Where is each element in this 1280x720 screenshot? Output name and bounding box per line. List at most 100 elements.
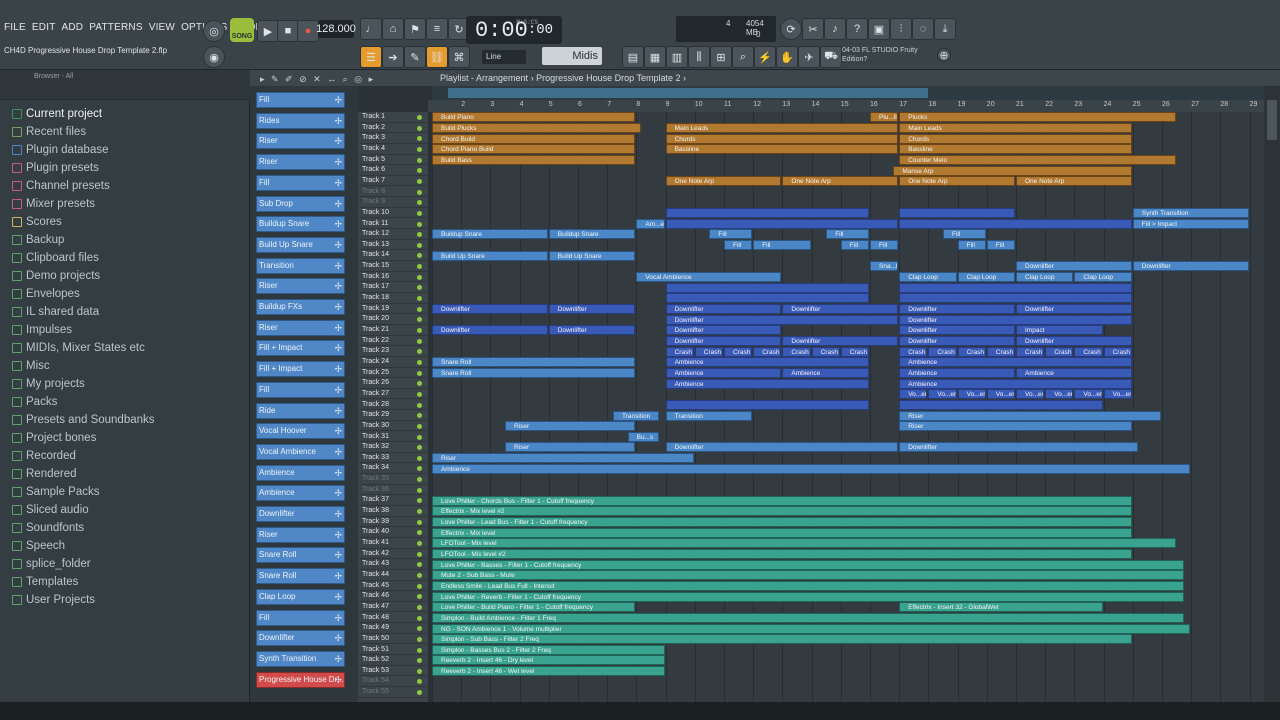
playlist-clip[interactable] bbox=[665, 282, 869, 293]
playlist-clip[interactable]: Ambience bbox=[665, 367, 782, 378]
track-mute-led[interactable] bbox=[417, 530, 422, 536]
playlist-clip[interactable]: Build Up Snare bbox=[548, 250, 636, 261]
track-header[interactable]: Track 12 bbox=[358, 229, 428, 240]
playlist-clip[interactable]: Reeverb 2 - Insert 46 - Dry level bbox=[432, 655, 665, 666]
microphone-icon[interactable]: ♪ bbox=[824, 18, 846, 40]
track-header[interactable]: Track 18 bbox=[358, 293, 428, 304]
playlist-clip[interactable]: NG - SON Ambience 1 - Volume multiplier bbox=[432, 623, 1191, 634]
playlist-clip[interactable]: Vo...er bbox=[899, 389, 928, 400]
pattern-item[interactable]: Fill + Impact ✢ bbox=[256, 361, 345, 378]
playlist-clip[interactable]: Clap Loop bbox=[1074, 272, 1132, 283]
playlist-clip[interactable] bbox=[665, 218, 899, 229]
playlist-clip[interactable]: Bu...s bbox=[627, 431, 659, 442]
mixer-icon[interactable]: ⫶ bbox=[890, 18, 912, 40]
track-mute-led[interactable] bbox=[417, 274, 422, 280]
pattern-item[interactable]: Snare Roll ✢ bbox=[256, 568, 345, 585]
browser-item[interactable]: IL shared data bbox=[12, 304, 99, 320]
playlist-clip[interactable]: Impact bbox=[1016, 325, 1103, 336]
pattern-item[interactable]: Sub Drop ✢ bbox=[256, 195, 345, 212]
menu-view[interactable]: VIEW bbox=[149, 22, 175, 36]
track-mute-led[interactable] bbox=[417, 136, 422, 142]
playlist-clip[interactable]: Vo...er bbox=[1045, 389, 1074, 400]
playlist-clip[interactable]: Ambience bbox=[1016, 367, 1132, 378]
playlist-clip[interactable]: Fill bbox=[753, 240, 811, 251]
add-pattern-icon[interactable]: ✢ bbox=[334, 590, 342, 604]
add-pattern-icon[interactable]: ✢ bbox=[334, 569, 342, 583]
browser-item[interactable]: Packs bbox=[12, 394, 57, 410]
playlist-clip[interactable]: Downlifter bbox=[782, 304, 899, 314]
pattern-item[interactable]: Riser ✢ bbox=[256, 154, 345, 171]
track-header[interactable]: Track 28 bbox=[358, 400, 428, 411]
browser-item[interactable]: Demo projects bbox=[12, 268, 100, 284]
playlist-clip[interactable]: Snare Roll bbox=[432, 357, 636, 368]
track-header[interactable]: Track 38 bbox=[358, 506, 428, 517]
playlist-clip[interactable]: Ambience bbox=[899, 367, 1015, 378]
track-mute-led[interactable] bbox=[417, 242, 422, 248]
track-mute-led[interactable] bbox=[417, 604, 422, 610]
playlist-clip[interactable]: Simplon - Build Ambience - Filter 1 Freq bbox=[432, 612, 1185, 623]
pat-song-knob-icon[interactable]: ◎ bbox=[203, 20, 225, 42]
playlist-clip[interactable]: One Note Arp bbox=[1016, 176, 1132, 187]
wing-icon[interactable]: ✈ bbox=[798, 46, 820, 68]
playlist-clip[interactable]: Bassline bbox=[665, 144, 899, 155]
add-pattern-icon[interactable]: ✢ bbox=[334, 652, 342, 666]
pattern-item[interactable]: Ambience ✢ bbox=[256, 464, 345, 481]
add-pattern-icon[interactable]: ✢ bbox=[334, 114, 342, 128]
playlist-clip[interactable]: One Note Arp bbox=[899, 176, 1015, 187]
track-header[interactable]: Track 35 bbox=[358, 474, 428, 485]
add-pattern-icon[interactable]: ✢ bbox=[334, 383, 342, 397]
browser-item[interactable]: Templates bbox=[12, 574, 78, 590]
browser-item[interactable]: Recent files bbox=[12, 124, 86, 140]
browser-item[interactable]: My projects bbox=[12, 376, 85, 392]
playlist-icon[interactable]: ▤ bbox=[622, 46, 644, 68]
stop-button[interactable]: ■ bbox=[277, 20, 299, 42]
browser-item[interactable]: Plugin presets bbox=[12, 160, 99, 176]
track-header[interactable]: Track 46 bbox=[358, 591, 428, 602]
browser-item[interactable]: Backup bbox=[12, 232, 64, 248]
track-header[interactable]: Track 11 bbox=[358, 219, 428, 230]
playlist-clip[interactable]: Fill bbox=[724, 240, 753, 251]
track-mute-led[interactable] bbox=[417, 168, 422, 174]
playlist-clip[interactable]: Build Bass bbox=[432, 154, 636, 165]
track-mute-led[interactable] bbox=[417, 285, 422, 291]
track-mute-led[interactable] bbox=[417, 487, 422, 493]
track-mute-led[interactable] bbox=[417, 636, 422, 642]
overview-selection[interactable] bbox=[448, 88, 928, 98]
track-mute-led[interactable] bbox=[417, 296, 422, 302]
track-mute-led[interactable] bbox=[417, 551, 422, 557]
playlist-clip[interactable]: Chord Piano Build bbox=[432, 144, 636, 155]
track-header[interactable]: Track 55 bbox=[358, 687, 428, 698]
playlist-clip[interactable]: Vo...er bbox=[1103, 389, 1132, 400]
track-header[interactable]: Track 6 bbox=[358, 165, 428, 176]
pattern-item[interactable]: Buildup Snare ✢ bbox=[256, 216, 345, 233]
track-mute-led[interactable] bbox=[417, 466, 422, 472]
track-header[interactable]: Track 52 bbox=[358, 655, 428, 666]
playlist-clip[interactable]: Main Leads bbox=[899, 122, 1132, 133]
add-pattern-icon[interactable]: ✢ bbox=[334, 362, 342, 376]
track-mute-led[interactable] bbox=[417, 477, 422, 483]
song-position-clock[interactable]: 0:00:00 M:S:CS bbox=[466, 16, 562, 44]
track-mute-led[interactable] bbox=[417, 253, 422, 259]
playlist-clip[interactable]: Love Philter - Lead Bus - Filter 1 - Cut… bbox=[432, 517, 1132, 527]
track-mute-led[interactable] bbox=[417, 157, 422, 163]
track-mute-led[interactable] bbox=[417, 391, 422, 397]
pattern-item[interactable]: Rides ✢ bbox=[256, 112, 345, 129]
track-mute-led[interactable] bbox=[417, 115, 422, 120]
playlist-clip[interactable]: Downlifter bbox=[665, 335, 782, 346]
track-header[interactable]: Track 23 bbox=[358, 346, 428, 357]
track-header[interactable]: Track 53 bbox=[358, 666, 428, 677]
track-header[interactable]: Track 47 bbox=[358, 602, 428, 613]
track-header[interactable]: Track 49 bbox=[358, 623, 428, 634]
playlist-clip[interactable]: Downlifter bbox=[899, 304, 1015, 314]
tempo-display[interactable]: 128.000 bbox=[316, 20, 356, 38]
playlist-clip[interactable]: Counter Melo bbox=[899, 154, 1176, 165]
stamp-icon[interactable]: ⌘ bbox=[448, 46, 470, 68]
track-mute-led[interactable] bbox=[417, 583, 422, 589]
playlist-clip[interactable]: One Note Arp bbox=[665, 176, 782, 187]
playlist-clip[interactable]: Fill bbox=[943, 229, 986, 240]
playlist-clip[interactable]: Main Leads bbox=[665, 122, 899, 133]
download-icon[interactable]: ⤓ bbox=[934, 18, 956, 40]
playlist-clip[interactable]: Fill bbox=[840, 240, 869, 251]
playlist-clip[interactable]: Vo...er bbox=[1074, 389, 1103, 400]
playlist-clip[interactable]: Plu...ll bbox=[870, 112, 899, 123]
